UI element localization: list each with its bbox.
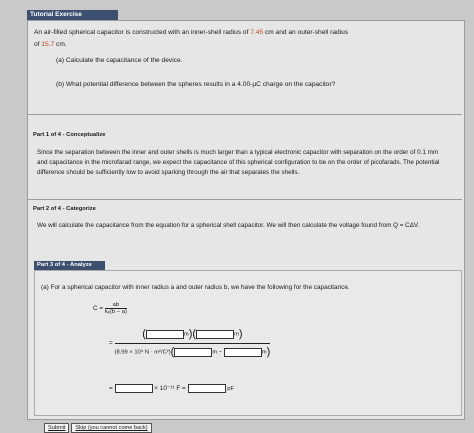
inner-radius-value: 7.45 (250, 29, 264, 36)
part-1-body: Since the separation between the inner a… (37, 149, 440, 176)
formula-fraction: ab kₑ(b − a) (104, 302, 127, 315)
ke-constant: (8.99 × 10⁹ N · m²/C²) (114, 349, 171, 356)
tutorial-card: An air-filled spherical capacitor is con… (27, 20, 465, 433)
problem-text-1: An air-filled spherical capacitor is con… (34, 29, 251, 36)
question-a: (a) Calculate the capacitance of the dev… (56, 57, 183, 64)
part-3-title: Part 3 of 4 - Analyze (34, 261, 105, 270)
equals-sign-1: = (109, 339, 113, 347)
fraction-numerator: ab (104, 302, 127, 309)
tutorial-page: Tutorial Exercise An air-filled spherica… (0, 0, 474, 433)
equals-sign-2: = (109, 385, 113, 393)
outer-radius-input-2[interactable] (174, 347, 213, 357)
times-power: × 10⁻¹¹ F = (154, 385, 186, 393)
outer-radius-input[interactable] (196, 329, 235, 339)
problem-statement: An air-filled spherical capacitor is con… (34, 27, 454, 91)
numeric-numerator: (m)(m) (114, 328, 271, 344)
part-1-title: Part 1 of 4 - Conceptualize (33, 132, 106, 138)
part-3-intro: (a) For a spherical capacitor with inner… (41, 284, 350, 291)
unit-m-3: m (212, 349, 218, 356)
equation-row-1: = (m)(m) (8.99 × 10⁹ N · m²/C²)(m − m) (109, 328, 271, 358)
fraction-denominator: kₑ(b − a) (104, 309, 127, 315)
problem-line-2: of 15.7 cm. (34, 39, 454, 51)
problem-text-2: cm and an outer-shell radius (263, 29, 349, 36)
unit-pf: pF (227, 386, 235, 393)
capacitance-pf-input[interactable] (187, 384, 226, 393)
problem-text-4: cm. (54, 41, 67, 48)
part-2-title: Part 2 of 4 - Categorize (33, 206, 96, 212)
numeric-fraction: (m)(m) (8.99 × 10⁹ N · m²/C²)(m − m) (114, 328, 271, 358)
part-2-section: Part 2 of 4 - Categorize We will calcula… (28, 199, 462, 258)
capacitance-formula: C = ab kₑ(b − a) (93, 302, 127, 315)
equation-row-2: = × 10⁻¹¹ F = pF (109, 384, 234, 393)
tutorial-tab-title: Tutorial Exercise (27, 10, 118, 20)
inner-radius-input[interactable] (145, 329, 184, 339)
minus-sign: − (218, 349, 223, 356)
formula-lhs: C = (93, 305, 104, 313)
part-2-body: We will calculate the capacitance from t… (37, 222, 420, 229)
numeric-denominator: (8.99 × 10⁹ N · m²/C²)(m − m) (114, 346, 271, 358)
question-b: (b) What potential difference between th… (56, 81, 336, 88)
inner-radius-input-2[interactable] (223, 347, 262, 357)
capacitance-coefficient-input[interactable] (114, 384, 153, 393)
part-3-section: (a) For a spherical capacitor with inner… (34, 270, 462, 433)
problem-line-1: An air-filled spherical capacitor is con… (34, 27, 454, 39)
part-1-section: Part 1 of 4 - Conceptualize Since the se… (28, 114, 462, 200)
outer-radius-value: 15.7 (41, 41, 55, 48)
